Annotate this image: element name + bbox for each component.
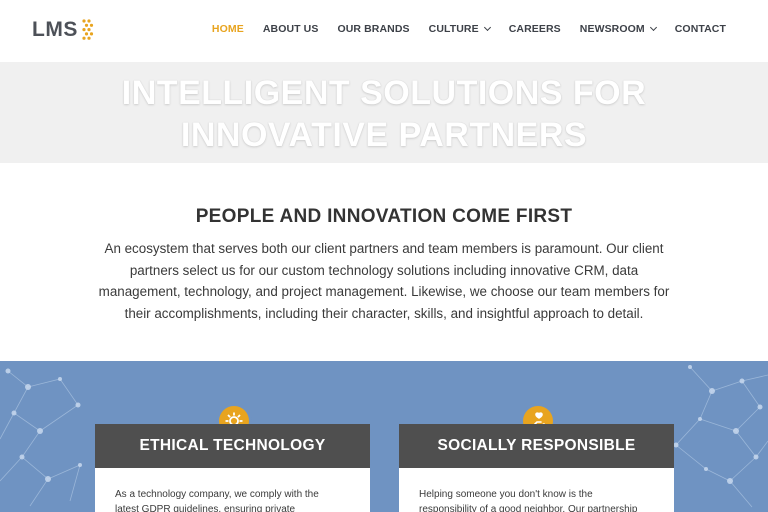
card-text-line: As a technology company, we comply with … — [115, 489, 319, 500]
chevron-down-icon — [483, 23, 491, 32]
nav-item-label: OUR BRANDS — [337, 23, 410, 35]
value-card-ethical-technology: ETHICAL TECHNOLOGY As a technology compa… — [95, 424, 370, 512]
site-header: LMS HOME ABOUT US OUR BRANDS CULTURE CAR… — [0, 0, 768, 62]
nav-item-label: ABOUT US — [262, 23, 319, 35]
intro-line: management, technology, and project mana… — [98, 284, 670, 299]
intro-line: partners select us for our custom techno… — [129, 262, 639, 278]
hero-banner: INTELLIGENT SOLUTIONS FOR INNOVATIVE PAR… — [0, 62, 768, 163]
card-body: As a technology company, we comply with … — [95, 468, 370, 512]
main-nav: HOME ABOUT US OUR BRANDS CULTURE CAREERS… — [193, 23, 726, 35]
hero-title: INTELLIGENT SOLUTIONS FOR INNOVATIVE PAR… — [0, 72, 768, 156]
intro-line: their accomplishments, including their c… — [124, 305, 644, 321]
logo[interactable]: LMS — [32, 18, 95, 42]
chevron-down-icon — [649, 23, 657, 32]
nav-item-culture[interactable]: CULTURE — [428, 23, 491, 35]
card-title: SOCIALLY RESPONSIBLE — [399, 424, 674, 468]
nav-item-label: HOME — [211, 23, 244, 35]
hero-title-line-2: INNOVATIVE PARTNERS — [180, 116, 588, 154]
nav-item-newsroom[interactable]: NEWSROOM — [579, 23, 657, 35]
card-text-line: latest GDPR guidelines, ensuring private — [115, 503, 296, 512]
hero-title-line-1: INTELLIGENT SOLUTIONS FOR — [121, 74, 647, 112]
nav-item-label: CAREERS — [508, 23, 561, 35]
card-body: Helping someone you don't know is the re… — [399, 468, 674, 512]
nav-item-label: CONTACT — [674, 23, 726, 35]
logo-hex-icon — [82, 19, 93, 40]
intro-line: An ecosystem that serves both our client… — [104, 241, 664, 256]
nav-item-home[interactable]: HOME — [212, 23, 244, 35]
card-text-line: responsibility of a good neighbor. Our p… — [419, 503, 638, 512]
nav-item-our-brands[interactable]: OUR BRANDS — [337, 23, 409, 35]
card-text-line: Helping someone you don't know is the — [419, 489, 593, 500]
section-heading: PEOPLE AND INNOVATION COME FIRST — [195, 206, 573, 227]
value-card-socially-responsible: SOCIALLY RESPONSIBLE Helping someone you… — [399, 424, 674, 512]
intro-paragraph: An ecosystem that serves both our client… — [84, 238, 684, 324]
logo-text: LMS — [32, 18, 78, 41]
card-title: ETHICAL TECHNOLOGY — [95, 424, 370, 468]
nav-item-label: CULTURE — [428, 23, 479, 35]
nav-item-about-us[interactable]: ABOUT US — [263, 23, 319, 35]
nav-item-label: NEWSROOM — [579, 23, 645, 35]
nav-item-contact[interactable]: CONTACT — [675, 23, 726, 35]
nav-item-careers[interactable]: CAREERS — [509, 23, 561, 35]
